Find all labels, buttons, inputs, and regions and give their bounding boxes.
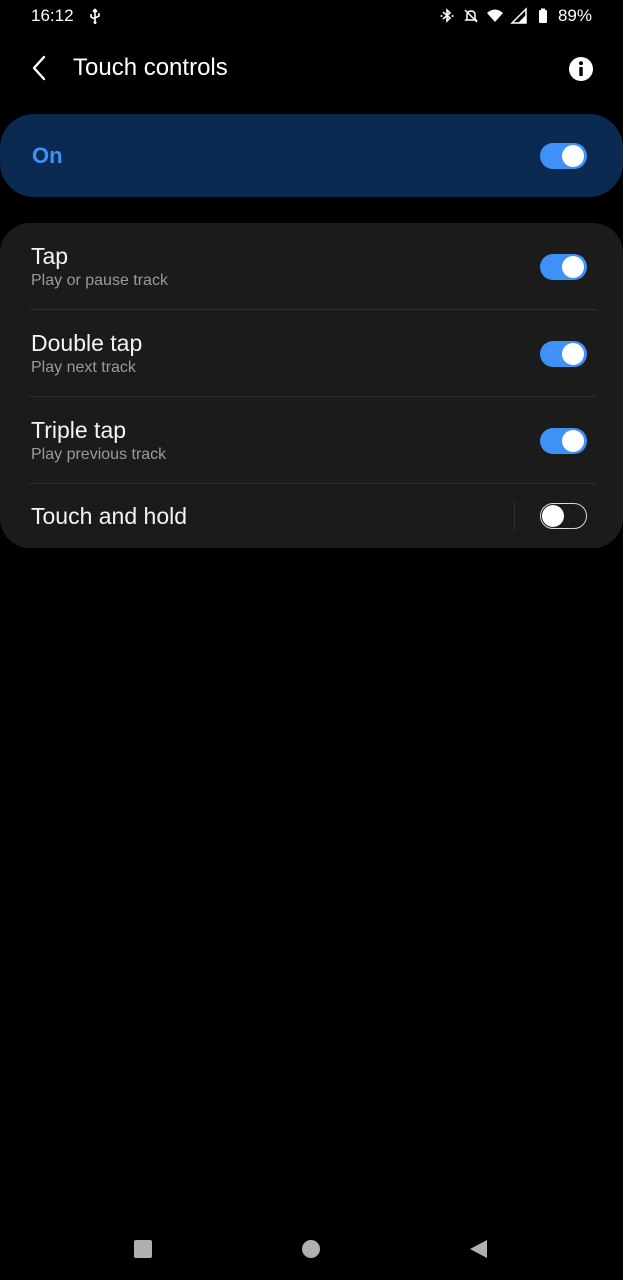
bluetooth-icon <box>438 7 456 25</box>
master-toggle[interactable] <box>540 142 587 169</box>
tap-toggle[interactable] <box>540 253 587 280</box>
wifi-icon <box>486 7 504 25</box>
master-switch-bar[interactable]: On <box>0 114 623 197</box>
setting-row-triple-tap[interactable]: Triple tap Play previous track <box>0 397 623 484</box>
battery-icon <box>534 7 552 25</box>
setting-row-touch-and-hold[interactable]: Touch and hold <box>0 484 623 548</box>
row-subtitle: Play or pause track <box>31 272 168 289</box>
navigation-bar <box>0 1222 623 1274</box>
recent-apps-icon <box>134 1240 152 1258</box>
row-text: Touch and hold <box>31 502 187 530</box>
row-text: Triple tap Play previous track <box>31 416 166 465</box>
back-button[interactable] <box>24 52 56 84</box>
toggle-knob <box>562 429 584 452</box>
settings-list: Tap Play or pause track Double tap Play … <box>0 223 623 548</box>
double-tap-toggle[interactable] <box>540 340 587 367</box>
row-title: Double tap <box>31 330 143 356</box>
toggle-knob <box>542 504 564 527</box>
status-time: 16:12 <box>31 6 74 25</box>
status-bar: 16:12 89% <box>0 0 623 32</box>
toggle-knob <box>562 144 584 167</box>
master-switch-label: On <box>32 142 63 168</box>
row-text: Double tap Play next track <box>31 329 142 378</box>
home-icon <box>302 1240 320 1258</box>
battery-percent: 89% <box>557 6 592 25</box>
usb-icon <box>86 7 104 25</box>
row-title: Triple tap <box>31 417 127 443</box>
row-title: Tap <box>31 243 69 269</box>
status-right: 89% <box>438 6 592 26</box>
app-bar: Touch controls <box>0 40 623 96</box>
recent-apps-button[interactable] <box>130 1236 156 1262</box>
status-left: 16:12 <box>31 6 104 26</box>
mute-icon <box>462 7 480 25</box>
info-icon <box>569 57 593 81</box>
vertical-divider <box>514 502 515 530</box>
row-title: Touch and hold <box>31 503 188 529</box>
touch-and-hold-toggle[interactable] <box>540 503 587 529</box>
page-title: Touch controls <box>73 54 228 81</box>
setting-row-double-tap[interactable]: Double tap Play next track <box>0 310 623 397</box>
chevron-left-icon <box>32 55 46 81</box>
back-triangle-icon <box>470 1240 487 1258</box>
signal-icon <box>510 7 528 25</box>
triple-tap-toggle[interactable] <box>540 427 587 454</box>
home-button[interactable] <box>298 1236 324 1262</box>
touch-controls-screen: 16:12 89% Touch controls On Tap Play or … <box>0 0 623 1280</box>
toggle-knob <box>562 342 584 365</box>
row-subtitle: Play previous track <box>31 446 167 463</box>
row-subtitle: Play next track <box>31 359 136 376</box>
setting-row-tap[interactable]: Tap Play or pause track <box>0 223 623 310</box>
info-button[interactable] <box>565 53 597 85</box>
row-text: Tap Play or pause track <box>31 242 168 291</box>
toggle-knob <box>562 255 584 278</box>
nav-back-button[interactable] <box>465 1236 491 1262</box>
